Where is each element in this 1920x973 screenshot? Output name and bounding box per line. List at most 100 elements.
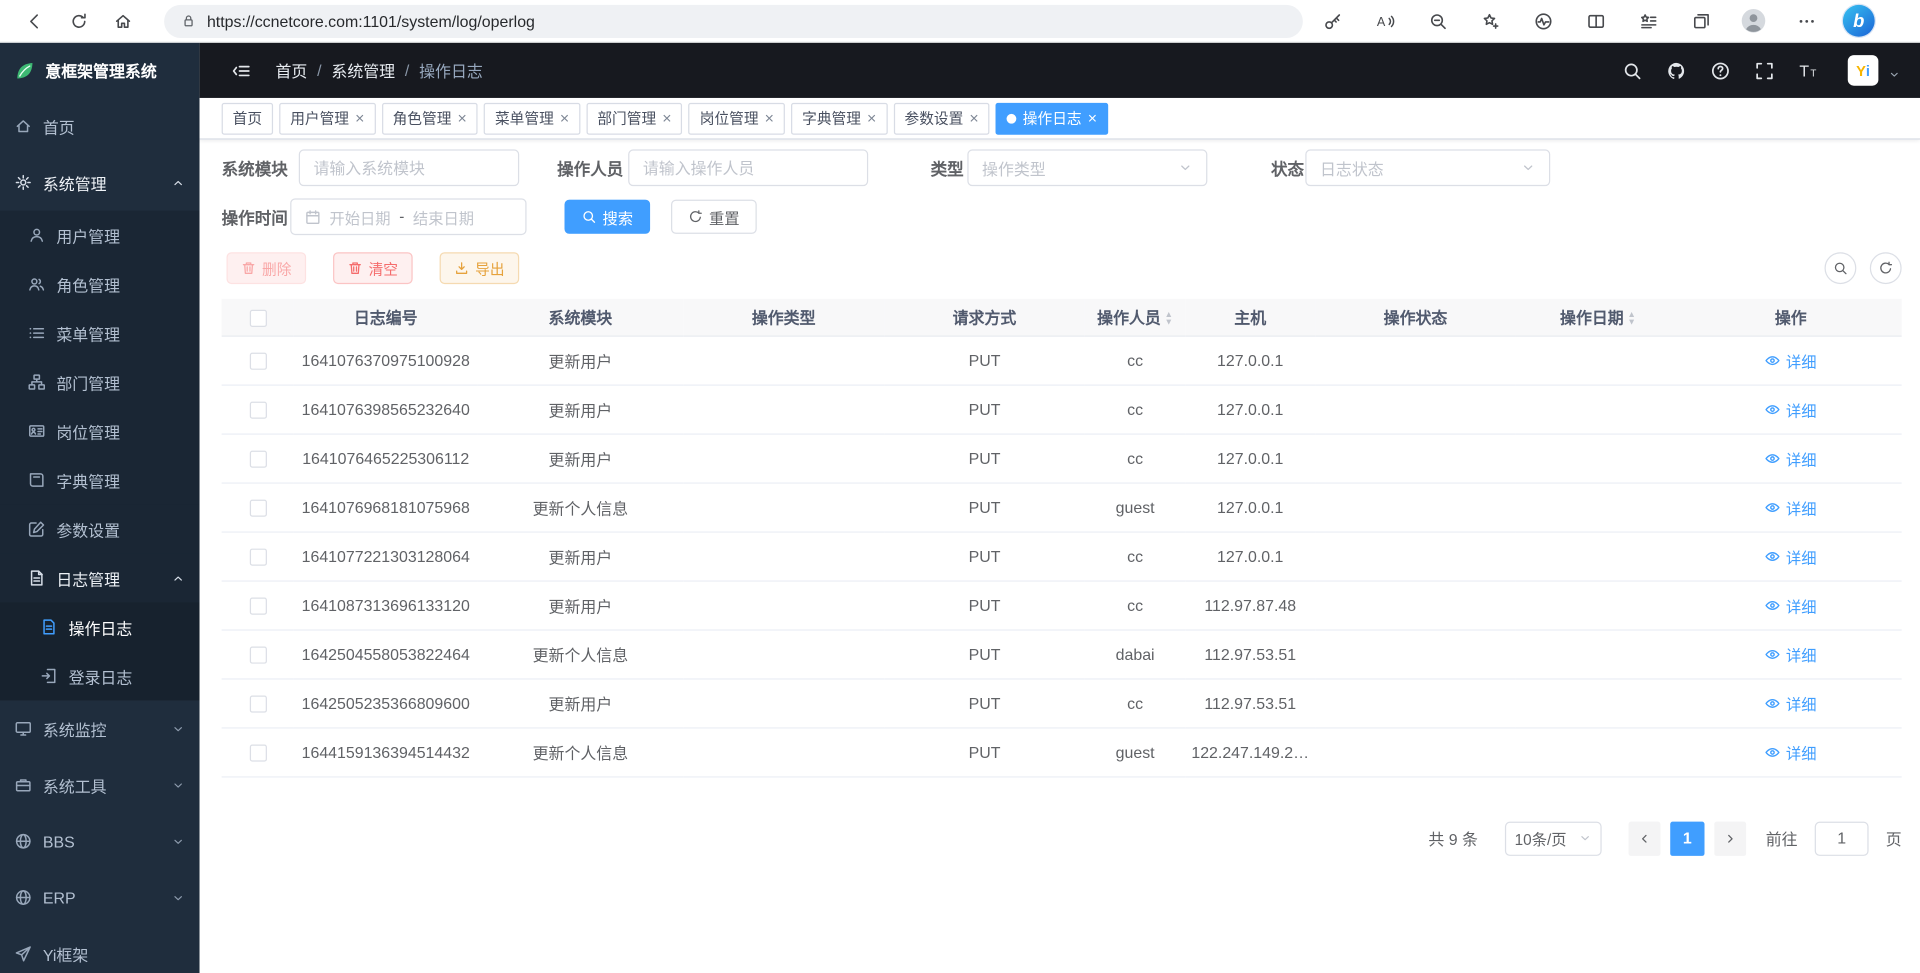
detail-link[interactable]: 详细 [1765,593,1816,616]
column-header-operator[interactable]: 操作人员▲▼ [1085,299,1185,336]
row-checkbox[interactable] [249,401,266,418]
detail-link[interactable]: 详细 [1765,397,1816,420]
reset-button[interactable]: 重置 [671,200,757,234]
sidebar-item-yi-framework[interactable]: Yi框架 [0,926,200,973]
close-icon[interactable]: × [867,110,876,126]
row-checkbox[interactable] [249,450,266,467]
search-button[interactable]: 搜索 [564,200,650,234]
tab-oper-log[interactable]: 操作日志× [996,102,1108,134]
tab-menu-mgmt[interactable]: 菜单管理× [484,102,580,134]
goto-page-input[interactable] [1815,821,1869,855]
detail-link[interactable]: 详细 [1765,642,1816,665]
menu-fold-button[interactable] [224,53,258,87]
password-button[interactable] [1310,2,1354,39]
close-icon[interactable]: × [560,110,569,126]
split-screen-button[interactable] [1573,2,1617,39]
refresh-button[interactable] [56,2,100,39]
operator-input[interactable] [643,159,854,177]
header-search-button[interactable] [1615,53,1649,87]
breadcrumb-system[interactable]: 系统管理 [331,59,395,82]
close-icon[interactable]: × [765,110,774,126]
detail-link[interactable]: 详细 [1765,544,1816,567]
sidebar-item-sys-monitor[interactable]: 系统监控 [0,700,200,756]
export-button[interactable]: 导出 [440,252,520,284]
detail-link[interactable]: 详细 [1765,495,1816,518]
tab-param-settings[interactable]: 参数设置× [893,102,989,134]
more-menu-button[interactable] [1784,2,1828,39]
close-icon[interactable]: × [662,110,671,126]
row-checkbox[interactable] [249,646,266,663]
row-checkbox[interactable] [249,548,266,565]
sidebar-item-menu-mgmt[interactable]: 菜单管理 [0,309,200,358]
favorites-bar-button[interactable] [1626,2,1670,39]
module-input[interactable] [313,159,504,177]
sidebar-item-dept-mgmt[interactable]: 部门管理 [0,358,200,407]
column-header-date[interactable]: 操作日期▲▼ [1516,299,1680,336]
page-size-select[interactable]: 10条/页 [1505,821,1602,855]
close-icon[interactable]: × [355,110,364,126]
browser-essentials-button[interactable] [1521,2,1565,39]
detail-link[interactable]: 详细 [1765,348,1816,371]
sidebar-item-bbs[interactable]: BBS [0,813,200,869]
tab-dict-mgmt[interactable]: 字典管理× [791,102,887,134]
home-button[interactable] [100,2,144,39]
tab-dept-mgmt[interactable]: 部门管理× [586,102,682,134]
sidebar-item-log-mgmt[interactable]: 日志管理 [0,553,200,602]
bing-chat-button[interactable]: b [1837,2,1881,39]
date-range-picker[interactable]: 开始日期 - 结束日期 [290,198,526,235]
cell-host: 112.97.53.51 [1185,678,1315,727]
detail-link[interactable]: 详细 [1765,446,1816,469]
refresh-table-button[interactable] [1870,252,1902,284]
sidebar-item-dict-mgmt[interactable]: 字典管理 [0,456,200,505]
close-icon[interactable]: × [458,110,467,126]
delete-button[interactable]: 删除 [227,252,307,284]
tab-user-mgmt[interactable]: 用户管理× [279,102,375,134]
tab-post-mgmt[interactable]: 岗位管理× [689,102,785,134]
fullscreen-button[interactable] [1747,53,1781,87]
user-avatar[interactable]: Yi [1848,55,1879,86]
sidebar-item-system-mgmt[interactable]: 系统管理 [0,154,200,210]
detail-link[interactable]: 详细 [1765,691,1816,714]
row-checkbox[interactable] [249,695,266,712]
clear-button[interactable]: 清空 [333,252,413,284]
tab-home[interactable]: 首页 [222,102,273,134]
status-select[interactable]: 日志状态 [1305,149,1550,186]
sidebar-item-role-mgmt[interactable]: 角色管理 [0,260,200,309]
row-checkbox[interactable] [249,744,266,761]
tab-role-mgmt[interactable]: 角色管理× [382,102,478,134]
row-checkbox[interactable] [249,597,266,614]
sidebar-item-user-mgmt[interactable]: 用户管理 [0,211,200,260]
zoom-button[interactable] [1416,2,1460,39]
breadcrumb-home[interactable]: 首页 [276,59,308,82]
select-all-checkbox[interactable] [249,309,266,326]
page-number-current[interactable]: 1 [1670,821,1704,855]
favorite-add-button[interactable] [1468,2,1512,39]
close-icon[interactable]: × [969,110,978,126]
sidebar-item-sys-tools[interactable]: 系统工具 [0,757,200,813]
chevron-down-icon[interactable] [1888,68,1900,80]
collections-button[interactable] [1679,2,1723,39]
profile-button[interactable] [1731,2,1775,39]
back-button[interactable] [12,2,56,39]
type-select[interactable]: 操作类型 [967,149,1207,186]
sidebar-item-oper-log[interactable]: 操作日志 [0,602,200,651]
hide-search-button[interactable] [1825,252,1857,284]
github-button[interactable] [1659,53,1693,87]
sidebar-item-home[interactable]: 首页 [0,98,200,154]
help-button[interactable] [1703,53,1737,87]
row-checkbox[interactable] [249,352,266,369]
address-bar[interactable]: https://ccnetcore.com:1101/system/log/op… [164,4,1303,37]
next-page-button[interactable] [1714,821,1746,855]
sidebar-item-param-settings[interactable]: 参数设置 [0,504,200,553]
sort-icon[interactable]: ▲▼ [1165,313,1173,326]
sort-icon[interactable]: ▲▼ [1627,313,1635,326]
close-icon[interactable]: × [1088,110,1097,126]
detail-link[interactable]: 详细 [1765,740,1816,763]
sidebar-item-login-log[interactable]: 登录日志 [0,651,200,700]
sidebar-item-erp[interactable]: ERP [0,869,200,925]
sidebar-item-post-mgmt[interactable]: 岗位管理 [0,407,200,456]
read-aloud-button[interactable]: A [1363,2,1407,39]
row-checkbox[interactable] [249,499,266,516]
font-size-button[interactable]: TT [1791,53,1825,87]
prev-page-button[interactable] [1629,821,1661,855]
